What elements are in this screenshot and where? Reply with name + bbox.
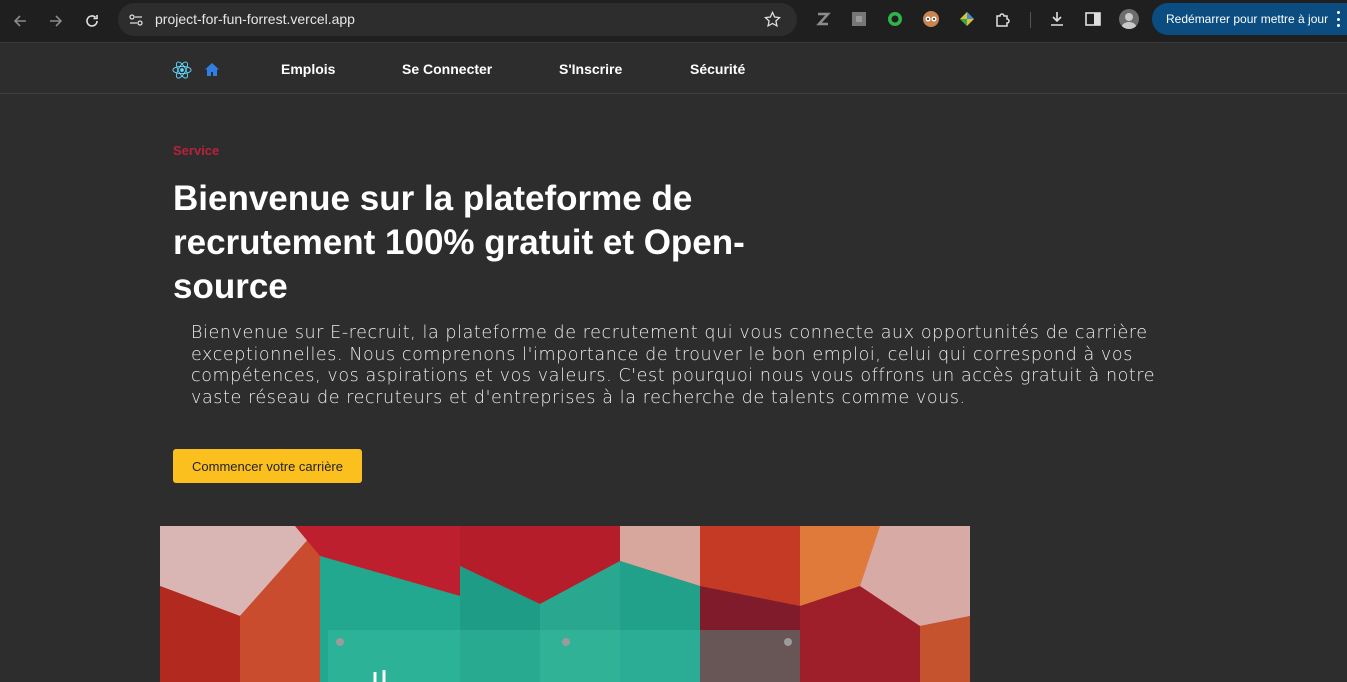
back-icon [13,15,26,27]
profile-avatar[interactable] [1119,9,1139,29]
extension-square-icon[interactable] [850,10,868,28]
reload-button[interactable] [79,8,105,34]
hero-description: Bienvenue sur E-recruit, la plateforme d… [191,323,1156,408]
extension-color-icon[interactable] [958,10,976,28]
hero-image [160,526,970,682]
restart-update-label: Redémarrer pour mettre à jour [1166,12,1329,26]
site-navbar: Emplois Se Connecter S'Inscrire Sécurité [0,43,1347,94]
nav-link-securite[interactable]: Sécurité [690,61,745,77]
hero-title: Bienvenue sur la plateforme de recruteme… [173,179,745,306]
nav-link-sinscrire[interactable]: S'Inscrire [559,61,622,77]
site-info-icon[interactable] [128,12,144,28]
menu-icon[interactable] [1337,11,1341,27]
address-bar[interactable]: project-for-fun-forrest.vercel.app [118,3,797,36]
back-button[interactable] [7,8,33,34]
start-career-button[interactable]: Commencer votre carrière [173,449,362,483]
extension-green-ring-icon[interactable] [886,10,904,28]
sidepanel-icon[interactable] [1084,10,1102,28]
react-logo-icon[interactable] [172,60,192,80]
url-text[interactable]: project-for-fun-forrest.vercel.app [155,11,355,27]
forward-icon [50,15,63,27]
extension-owl-icon[interactable] [922,10,940,28]
nav-link-se-connecter[interactable]: Se Connecter [402,61,492,77]
extensions-icon[interactable] [994,10,1012,28]
bookmark-star-icon[interactable] [764,11,781,28]
download-icon[interactable] [1048,10,1066,28]
nav-link-emplois[interactable]: Emplois [281,61,335,77]
section-eyebrow: Service [173,143,220,158]
home-icon[interactable] [204,62,220,77]
restart-update-button[interactable]: Redémarrer pour mettre à jour [1152,3,1347,35]
toolbar-divider [1030,12,1031,28]
reload-icon [86,15,98,27]
browser-toolbar: project-for-fun-forrest.vercel.app Redém… [0,0,1347,43]
zotero-extension-icon[interactable] [814,10,832,28]
forward-button[interactable] [43,8,69,34]
